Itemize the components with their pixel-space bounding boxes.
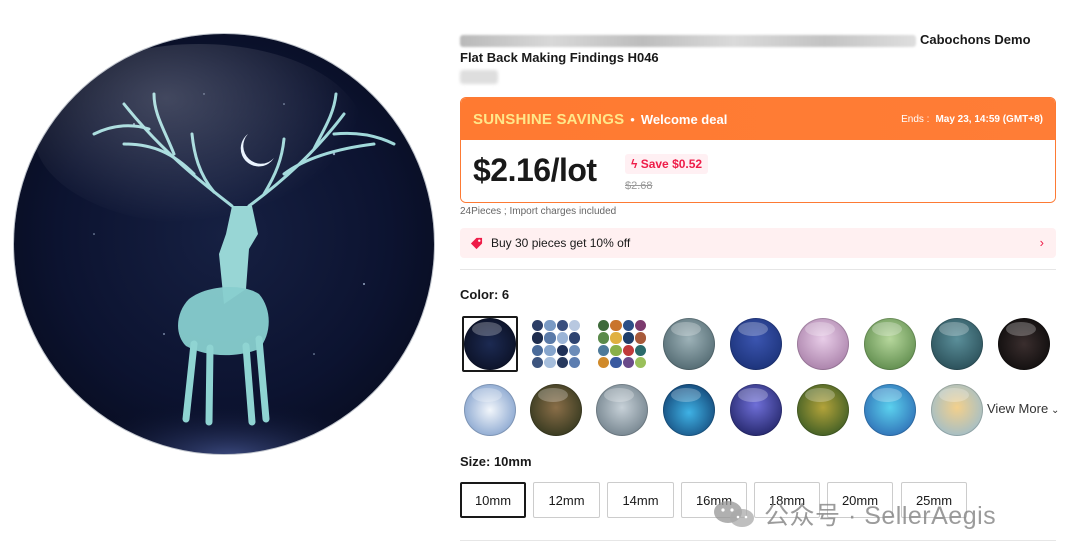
color-swatch-deer-red-black[interactable] (996, 316, 1052, 372)
divider (460, 540, 1056, 541)
main-product-image (14, 34, 434, 454)
size-label: Size: 10mm (460, 454, 532, 469)
swatch-collage (598, 320, 646, 368)
deal-separator: • (630, 111, 635, 127)
color-swatch-deer-blue-porcelain[interactable] (462, 382, 518, 438)
tag-icon (470, 237, 483, 249)
color-swatch-deer-starry[interactable] (728, 316, 784, 372)
color-label: Color: 6 (460, 287, 510, 302)
chevron-right-icon: › (1039, 235, 1044, 250)
watermark-text: 公众号 · SellerAegis (764, 502, 997, 530)
color-swatch-grid-collage-blue[interactable] (528, 316, 584, 372)
swatch-thumbnail (998, 318, 1050, 370)
color-swatch-deer-forest-green[interactable] (795, 382, 851, 438)
color-swatch-grid-collage-multi[interactable] (594, 316, 650, 372)
deal-header: SUNSHINE SAVINGS • Welcome deal Ends : Ma… (461, 98, 1055, 140)
view-more-label: View More (987, 401, 1049, 416)
title-line-2: Flat Back Making Findings H046 (460, 50, 659, 65)
promo-banner[interactable]: Buy 30 pieces get 10% off › (460, 228, 1056, 258)
color-swatch-deer-aurora[interactable] (661, 382, 717, 438)
size-option[interactable]: 10mm (460, 482, 526, 518)
promo-text: Buy 30 pieces get 10% off (491, 236, 631, 250)
swatch-collage (532, 320, 580, 368)
blurred-title-text (460, 34, 916, 47)
swatch-thumbnail (663, 318, 715, 370)
deal-ends: Ends : May 23, 14:59 (GMT+8) (901, 114, 1043, 125)
swatch-thumbnail (797, 384, 849, 436)
lightning-icon: ϟ (631, 157, 638, 171)
swatch-thumbnail (530, 384, 582, 436)
swatch-thumbnail (931, 384, 983, 436)
deal-ends-value: May 23, 14:59 (GMT+8) (935, 113, 1043, 125)
color-swatch-deer-night[interactable] (462, 316, 518, 372)
deal-box: SUNSHINE SAVINGS • Welcome deal Ends : Ma… (460, 97, 1056, 203)
deal-welcome: Welcome deal (640, 111, 728, 127)
original-price: $2.68 (625, 180, 653, 192)
color-swatch-deer-portrait-brown[interactable] (528, 382, 584, 438)
swatch-thumbnail (464, 318, 516, 370)
color-swatch-deer-pink[interactable] (795, 316, 851, 372)
deal-brand: SUNSHINE SAVINGS (473, 110, 625, 128)
swatch-thumbnail (730, 318, 782, 370)
price: $2.16/lot (473, 152, 597, 188)
save-text: Save $0.52 (640, 157, 703, 171)
product-title: Cabochons Demo Flat Back Making Findings… (460, 31, 1060, 67)
blurred-rating (460, 70, 498, 84)
color-swatch-deer-portrait-grey[interactable] (594, 382, 650, 438)
size-option[interactable]: 12mm (533, 482, 600, 518)
color-swatch-deer-golden[interactable] (929, 382, 985, 438)
swatch-thumbnail (864, 384, 916, 436)
color-swatch-deer-fantasy-blue[interactable] (862, 382, 918, 438)
chevron-down-icon: ⌄ (1048, 405, 1060, 416)
divider (460, 269, 1056, 270)
color-swatch-deer-green[interactable] (862, 316, 918, 372)
view-more-button[interactable]: View More ⌄ (987, 401, 1059, 416)
size-option[interactable]: 14mm (607, 482, 674, 518)
swatch-thumbnail (663, 384, 715, 436)
deal-ends-label: Ends : (901, 113, 930, 125)
color-swatch-tree-deer-grey[interactable] (661, 316, 717, 372)
swatch-thumbnail (464, 384, 516, 436)
pieces-note: 24Pieces ; Import charges included (460, 206, 617, 217)
wechat-icon (714, 501, 754, 527)
swatch-thumbnail (864, 318, 916, 370)
swatch-thumbnail (931, 318, 983, 370)
color-swatch-deer-moon[interactable] (728, 382, 784, 438)
color-swatch-deer-teal-antlers[interactable] (929, 316, 985, 372)
deal-body: $2.16/lot ϟ Save $0.52 $2.68 (461, 140, 1055, 202)
watermark: 公众号 · SellerAegis (712, 496, 996, 532)
save-badge: ϟ Save $0.52 (625, 154, 709, 174)
swatch-thumbnail (596, 384, 648, 436)
swatch-thumbnail (797, 318, 849, 370)
swatch-thumbnail (730, 384, 782, 436)
title-visible-text: Cabochons Demo (920, 32, 1031, 47)
